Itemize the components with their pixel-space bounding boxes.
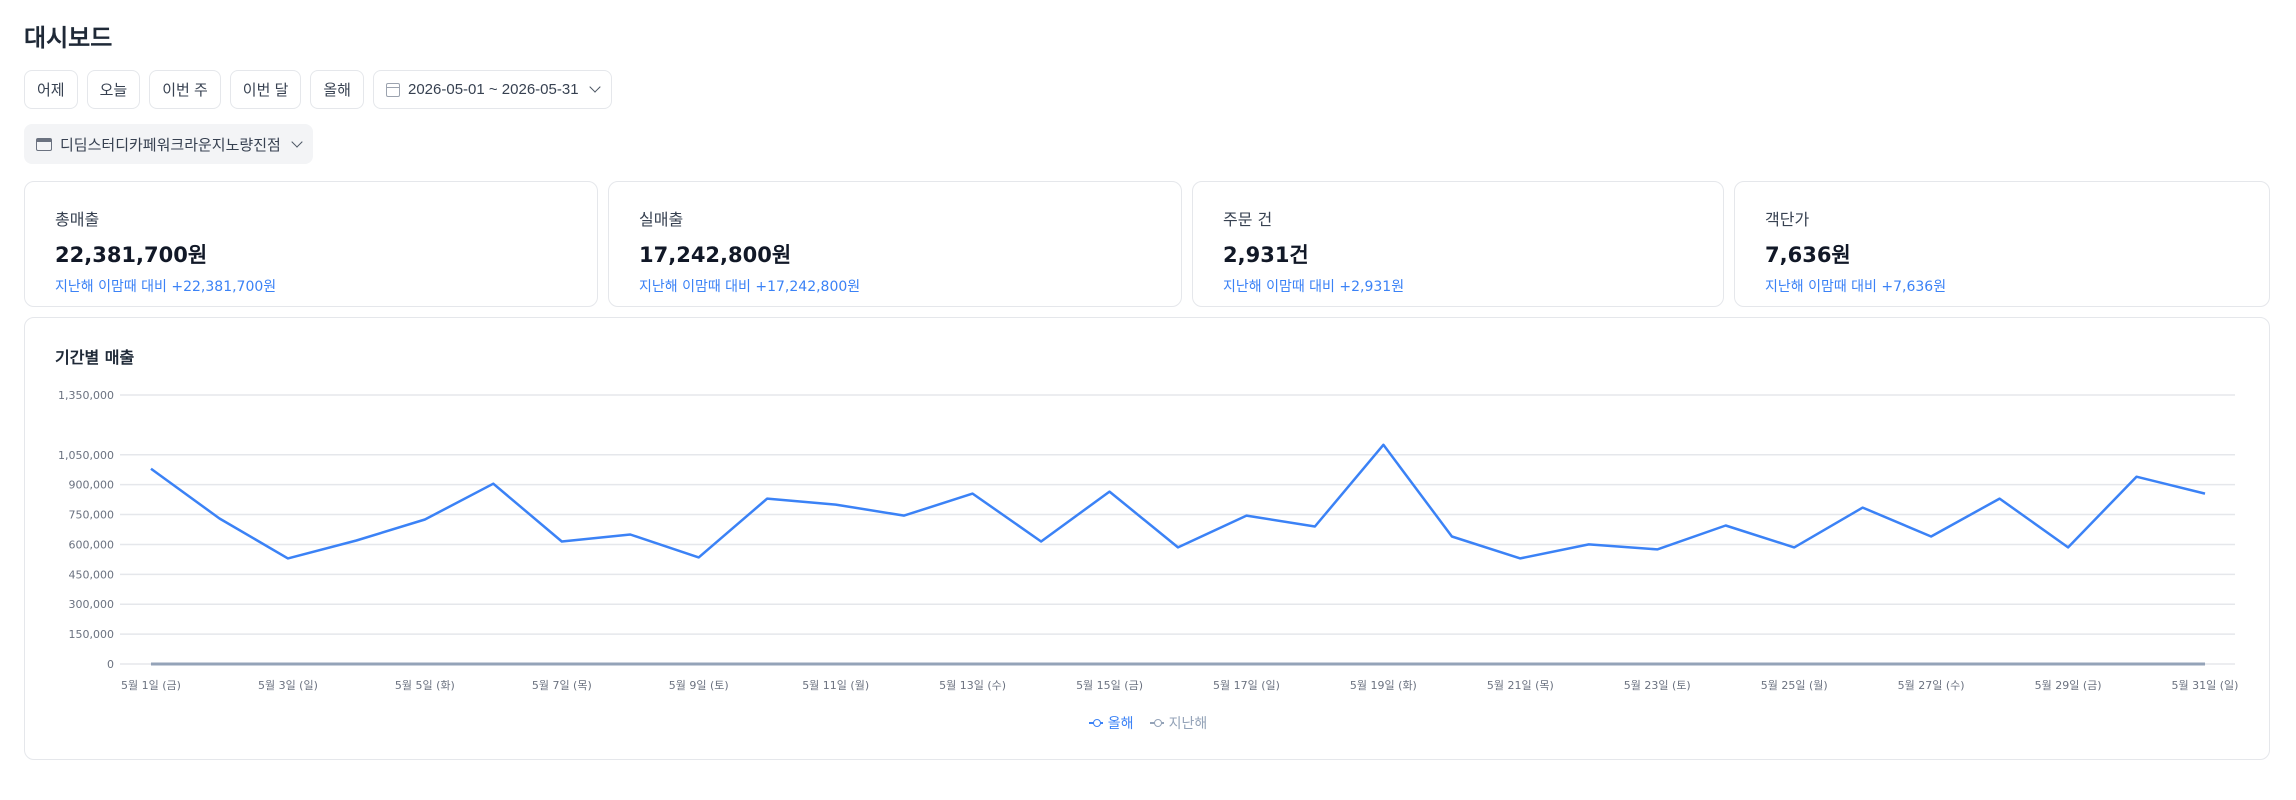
kpi-card-net-sales: 실매출 17,242,800원 지난해 이맘때 대비 +17,242,800원 xyxy=(608,181,1182,307)
kpi-delta: 지난해 이맘때 대비 +22,381,700원 xyxy=(55,279,277,295)
kpi-label: 실매출 xyxy=(639,210,684,229)
x-tick-label: 5월 7일 (목) xyxy=(532,678,592,692)
y-tick-label: 1,050,000 xyxy=(58,449,114,462)
x-tick-label: 5월 5일 (화) xyxy=(395,678,455,692)
x-tick-label: 5월 21일 (목) xyxy=(1487,678,1554,692)
chevron-down-icon xyxy=(291,135,303,148)
filter-yesterday-button[interactable]: 어제 xyxy=(24,70,78,109)
store-icon xyxy=(36,137,52,151)
kpi-card-gross-sales: 총매출 22,381,700원 지난해 이맘때 대비 +22,381,700원 xyxy=(24,181,598,307)
kpi-value: 2,931건 xyxy=(1223,243,1309,267)
date-range-picker[interactable]: 2026-05-01 ~ 2026-05-31 xyxy=(372,70,612,109)
y-tick-label: 150,000 xyxy=(69,628,115,641)
legend-item-this-year[interactable]: 올해 xyxy=(1088,713,1134,733)
legend-label: 올해 xyxy=(1107,716,1134,732)
kpi-label: 주문 건 xyxy=(1223,210,1273,229)
kpi-label: 객단가 xyxy=(1765,210,1810,229)
filter-this-year-button[interactable]: 올해 xyxy=(310,70,364,109)
kpi-value: 22,381,700원 xyxy=(55,243,208,267)
y-tick-label: 0 xyxy=(107,658,114,671)
legend-line-icon xyxy=(1088,719,1103,727)
calendar-icon xyxy=(385,82,400,97)
kpi-card-order-count: 주문 건 2,931건 지난해 이맘때 대비 +2,931원 xyxy=(1192,181,1724,307)
y-tick-label: 750,000 xyxy=(69,509,115,522)
kpi-value: 17,242,800원 xyxy=(639,243,792,267)
y-tick-label: 900,000 xyxy=(69,479,115,492)
x-tick-label: 5월 19일 (화) xyxy=(1350,678,1417,692)
y-tick-label: 600,000 xyxy=(69,538,115,551)
kpi-label: 총매출 xyxy=(55,210,100,229)
x-tick-label: 5월 23일 (토) xyxy=(1624,678,1691,692)
x-tick-label: 5월 17일 (일) xyxy=(1213,678,1280,692)
x-tick-label: 5월 15일 (금) xyxy=(1076,678,1143,692)
kpi-card-avg-order-value: 객단가 7,636원 지난해 이맘때 대비 +7,636원 xyxy=(1734,181,2270,307)
y-tick-label: 1,350,000 xyxy=(58,389,114,402)
chart-legend: 올해 지난해 xyxy=(25,713,2271,733)
x-tick-label: 5월 31일 (일) xyxy=(2172,678,2239,692)
page-title: 대시보드 xyxy=(24,24,113,52)
y-tick-label: 300,000 xyxy=(69,598,115,611)
sales-line-chart: 0 150,000 300,000 450,000 600,000 750,000 900,… xyxy=(58,389,2239,692)
y-tick-label: 450,000 xyxy=(69,568,115,581)
x-tick-label: 5월 29일 (금) xyxy=(2035,678,2102,692)
chevron-down-icon xyxy=(588,81,601,93)
store-name: 디딤스터디카페워크라운지노량진점 xyxy=(60,135,281,154)
x-tick-label: 5월 27일 (수) xyxy=(1898,678,1965,692)
legend-item-last-year[interactable]: 지난해 xyxy=(1149,713,1208,733)
filter-today-button[interactable]: 오늘 xyxy=(86,70,141,109)
x-tick-label: 5월 13일 (수) xyxy=(939,678,1006,692)
sales-by-period-card: 기간별 매출 0 150,000 300,000 450,000 600,000 750,… xyxy=(24,317,2270,760)
x-tick-label: 5월 25일 (월) xyxy=(1761,678,1828,692)
x-tick-label: 5월 9일 (토) xyxy=(669,678,729,692)
kpi-value: 7,636원 xyxy=(1765,243,1851,267)
legend-line-icon xyxy=(1149,719,1164,727)
series-line-this-year xyxy=(150,443,2206,560)
filter-this-month-button[interactable]: 이번 달 xyxy=(229,70,302,109)
x-tick-label: 5월 11일 (월) xyxy=(802,678,869,692)
date-range-label: 2026-05-01 ~ 2026-05-31 xyxy=(407,81,579,98)
date-filter-bar: 어제 오늘 이번 주 이번 달 올해 2026-05-01 ~ 2026-05-… xyxy=(24,70,612,109)
filter-this-week-button[interactable]: 이번 주 xyxy=(149,70,221,109)
kpi-delta: 지난해 이맘때 대비 +2,931원 xyxy=(1223,279,1405,295)
kpi-delta: 지난해 이맘때 대비 +17,242,800원 xyxy=(639,279,861,295)
store-selector[interactable]: 디딤스터디카페워크라운지노량진점 xyxy=(24,124,313,164)
x-tick-label: 5월 1일 (금) xyxy=(121,678,181,692)
kpi-delta: 지난해 이맘때 대비 +7,636원 xyxy=(1765,279,1947,295)
legend-label: 지난해 xyxy=(1168,716,1208,732)
x-tick-label: 5월 3일 (일) xyxy=(258,678,318,692)
